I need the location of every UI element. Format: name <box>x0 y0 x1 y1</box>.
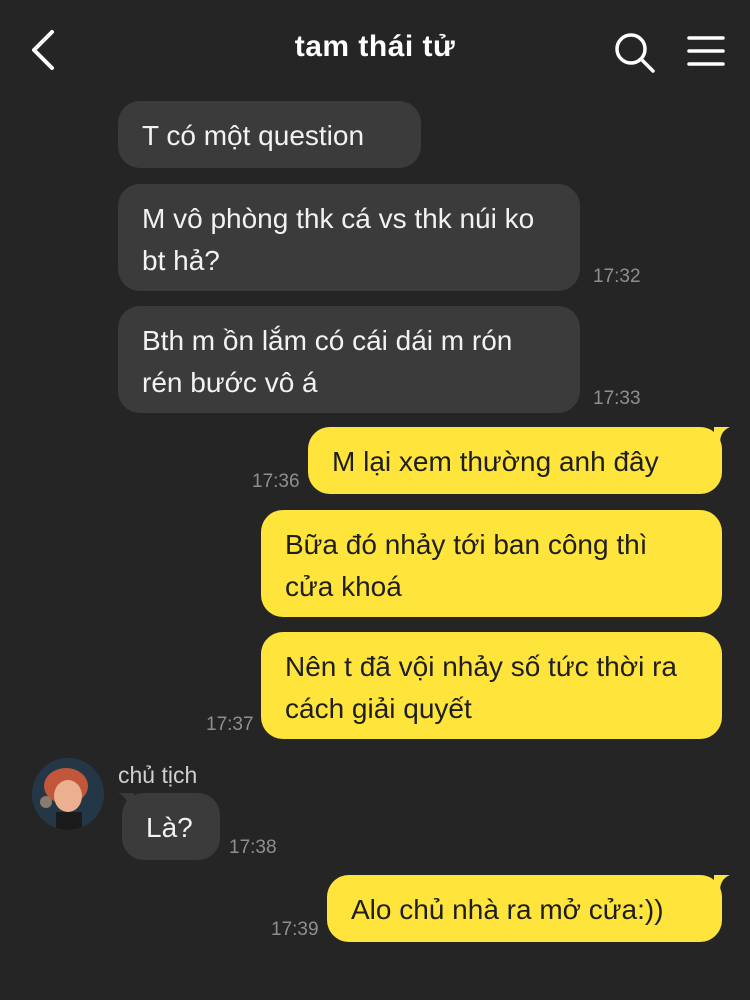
chat-header: tam thái tử <box>0 0 750 100</box>
message-timestamp: 17:37 <box>206 714 254 735</box>
incoming-message[interactable]: Bth m ồn lắm có cái dái m rón rén bước v… <box>118 306 580 413</box>
incoming-message[interactable]: T có một question <box>118 101 421 168</box>
incoming-message[interactable]: Là? <box>122 793 220 860</box>
outgoing-message[interactable]: Alo chủ nhà ra mở cửa:)) <box>327 875 722 942</box>
outgoing-message[interactable]: M lại xem thường anh đây <box>308 427 722 494</box>
bubble-tail <box>714 875 730 891</box>
outgoing-message[interactable]: Bữa đó nhảy tới ban công thì cửa khoá <box>261 510 722 617</box>
avatar-image <box>32 758 104 830</box>
message-timestamp: 17:36 <box>252 471 300 492</box>
message-timestamp: 17:32 <box>593 266 641 287</box>
sender-name: chủ tịch <box>118 762 198 788</box>
message-timestamp: 17:39 <box>271 919 319 940</box>
message-timestamp: 17:38 <box>229 837 277 858</box>
message-timestamp: 17:33 <box>593 388 641 409</box>
avatar[interactable] <box>32 758 104 830</box>
incoming-message[interactable]: M vô phòng thk cá vs thk núi ko bt hả? <box>118 184 580 291</box>
menu-icon[interactable] <box>686 34 726 68</box>
bubble-tail <box>714 427 730 443</box>
outgoing-message[interactable]: Nên t đã vội nhảy số tức thời ra cách gi… <box>261 632 722 739</box>
search-icon[interactable] <box>612 30 658 76</box>
